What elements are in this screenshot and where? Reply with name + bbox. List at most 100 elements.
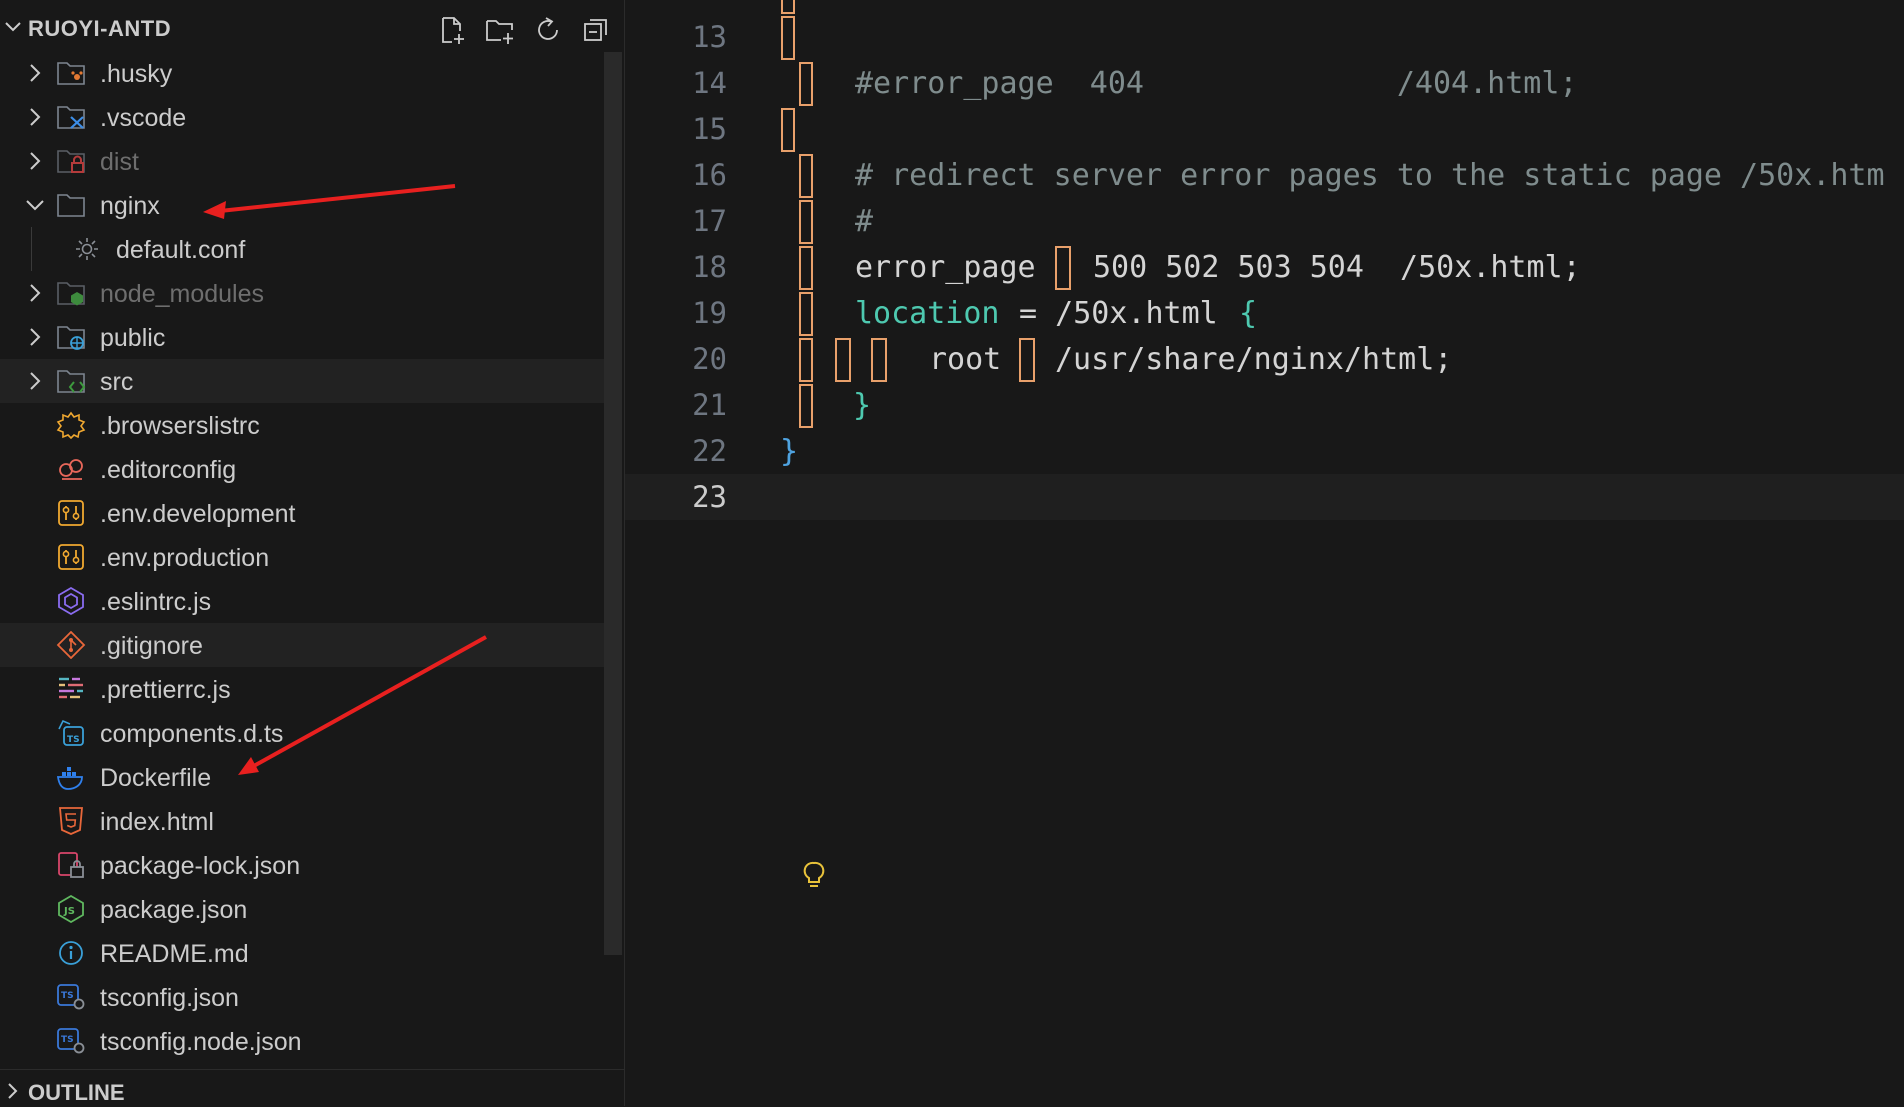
code-text: # <box>855 204 874 239</box>
svg-text:TS: TS <box>61 991 74 1001</box>
tree-item-readme[interactable]: README.md <box>0 931 604 975</box>
tree-item-label: components.d.ts <box>100 720 284 748</box>
git-icon <box>56 631 86 659</box>
tree-item-husky[interactable]: .husky <box>0 51 604 95</box>
tree-item-label: .husky <box>100 60 173 88</box>
code-text: root <box>929 342 1002 377</box>
eslint-icon <box>58 587 84 615</box>
code-line[interactable]: 15 <box>625 106 1904 152</box>
code-line[interactable]: 19 location = /50x.html { <box>625 290 1904 336</box>
tree-item-editorconfig[interactable]: .editorconfig <box>0 447 604 491</box>
line-number: 14 <box>692 66 727 100</box>
tree-item-env-development[interactable]: .env.development <box>0 491 604 535</box>
tree-item-label: dist <box>100 148 139 176</box>
tree-item-dockerfile[interactable]: Dockerfile <box>0 755 604 799</box>
tree-item-package-json[interactable]: JS package.json <box>0 887 604 931</box>
chevron-right-icon[interactable] <box>24 61 46 85</box>
tree-item-vscode[interactable]: .vscode <box>0 95 604 139</box>
tree-item-node-modules[interactable]: node_modules <box>0 271 604 315</box>
whitespace-marker <box>835 338 851 382</box>
new-folder-icon <box>486 20 513 44</box>
svg-text:TS: TS <box>61 1035 74 1045</box>
chevron-right-icon[interactable] <box>24 369 46 393</box>
tree-item-prettierrc[interactable]: .prettierrc.js <box>0 667 604 711</box>
tree-item-gitignore[interactable]: .gitignore <box>0 623 604 667</box>
outline-title: OUTLINE <box>28 1080 125 1105</box>
tree-item-tsconfig[interactable]: TS tsconfig.json <box>0 975 604 1019</box>
whitespace-marker <box>1055 246 1071 290</box>
line-number: 16 <box>692 158 727 192</box>
chevron-right-icon[interactable] <box>2 1080 24 1102</box>
tree-item-package-lock[interactable]: package-lock.json <box>0 843 604 887</box>
code-editor[interactable]: 13 14 #error_page 404 /404.html; 15 16 #… <box>625 0 1904 1106</box>
tree-item-label: default.conf <box>116 236 246 264</box>
refresh-icon <box>538 17 558 40</box>
chevron-right-icon[interactable] <box>24 281 46 305</box>
tsconfig-icon: TS <box>57 984 85 1010</box>
chevron-down-icon[interactable] <box>24 193 46 217</box>
lightbulb-icon[interactable] <box>801 860 827 892</box>
line-number: 20 <box>692 342 727 376</box>
tree-item-label: .gitignore <box>100 632 203 660</box>
tree-item-browserslistrc[interactable]: .browserslistrc <box>0 403 604 447</box>
tree-item-tsconfig-node[interactable]: TS tsconfig.node.json <box>0 1019 604 1063</box>
line-number: 22 <box>692 434 727 468</box>
tree-item-label: package.json <box>100 896 248 924</box>
tree-item-components-dts[interactable]: TS components.d.ts <box>0 711 604 755</box>
env-icon <box>58 544 84 570</box>
tree-item-label: node_modules <box>100 280 265 308</box>
tree-item-dist[interactable]: dist <box>0 139 604 183</box>
tree-item-label: .env.development <box>100 500 296 528</box>
dist-folder-icon <box>57 150 85 173</box>
explorer-header[interactable]: RUOYI-ANTD <box>0 6 624 50</box>
code-line[interactable]: 18 error_page 500 502 503 504 /50x.html; <box>625 244 1904 290</box>
tree-item-label: .env.production <box>100 544 270 572</box>
code-line[interactable]: 16 # redirect server error pages to the … <box>625 152 1904 198</box>
code-line[interactable]: 17 # <box>625 198 1904 244</box>
tree-item-label: public <box>100 324 166 352</box>
line-number: 18 <box>692 250 727 284</box>
code-text: = /50x.html <box>1001 296 1236 331</box>
whitespace-marker <box>799 154 813 198</box>
tree-item-label: README.md <box>100 940 249 968</box>
tree-item-env-production[interactable]: .env.production <box>0 535 604 579</box>
refresh-button[interactable] <box>530 12 566 48</box>
code-line[interactable]: 22 } <box>625 428 1904 887</box>
html-icon <box>59 807 83 835</box>
env-icon <box>58 500 84 526</box>
new-folder-button[interactable] <box>482 12 518 48</box>
tree-item-eslintrc[interactable]: .eslintrc.js <box>0 579 604 623</box>
svg-text:TS: TS <box>67 735 80 745</box>
code-line[interactable]: 13 <box>625 14 1904 60</box>
outline-header[interactable]: OUTLINE <box>0 1069 624 1107</box>
whitespace-marker <box>799 384 813 428</box>
code-text: /usr/share/nginx/html; <box>1055 342 1453 377</box>
code-text: error_page <box>855 250 1036 285</box>
file-tree: .husky .vscode dist nginx default.conf n… <box>0 51 604 1063</box>
chevron-right-icon[interactable] <box>24 325 46 349</box>
editorconfig-icon <box>59 459 83 480</box>
chevron-down-icon[interactable] <box>2 16 24 38</box>
typescript-def-icon: TS <box>58 719 84 746</box>
chevron-right-icon[interactable] <box>24 149 46 173</box>
collapse-all-button[interactable] <box>578 12 614 48</box>
tree-item-label: .vscode <box>100 104 187 132</box>
vscode-folder-icon <box>57 106 85 129</box>
tree-item-index-html[interactable]: index.html <box>0 799 604 843</box>
code-line-current[interactable]: 23 <box>625 474 1904 520</box>
new-file-button[interactable] <box>434 12 470 48</box>
new-file-icon <box>442 17 464 44</box>
tree-item-label: Dockerfile <box>100 764 212 792</box>
svg-text:JS: JS <box>63 906 75 917</box>
tree-item-label: nginx <box>100 192 160 220</box>
code-line[interactable]: 20 root /usr/share/nginx/html; <box>625 336 1904 382</box>
sidebar-scrollbar[interactable] <box>604 52 622 955</box>
chevron-right-icon[interactable] <box>24 105 46 129</box>
tree-item-src[interactable]: src <box>0 359 604 403</box>
tree-item-default-conf[interactable]: default.conf <box>0 227 604 271</box>
code-line[interactable]: 21 } <box>625 382 1904 428</box>
code-line[interactable]: 14 #error_page 404 /404.html; <box>625 60 1904 106</box>
tree-item-public[interactable]: public <box>0 315 604 359</box>
whitespace-marker <box>871 338 887 382</box>
tree-item-nginx[interactable]: nginx <box>0 183 604 227</box>
